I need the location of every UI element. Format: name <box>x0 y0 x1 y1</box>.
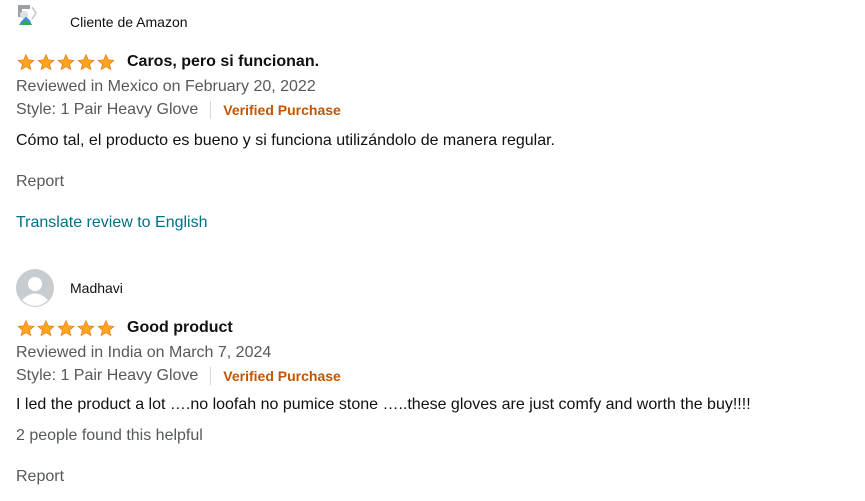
review-body: I led the product a lot ….no loofah no p… <box>16 396 751 413</box>
star-icon <box>97 53 115 70</box>
broken-image-icon <box>16 3 54 41</box>
verified-purchase-badge[interactable]: Verified Purchase <box>223 365 341 387</box>
star-icon <box>77 53 95 70</box>
review-format-row: Style: 1 Pair Heavy Glove Verified Purch… <box>16 99 856 121</box>
review-style[interactable]: Style: 1 Pair Heavy Glove <box>16 99 198 121</box>
report-link[interactable]: Report <box>16 466 856 488</box>
star-icon <box>57 53 75 70</box>
review-2: Madhavi Good product Reviewed in India o… <box>16 269 856 488</box>
star-rating[interactable] <box>16 53 116 72</box>
review-date: Reviewed in India on March 7, 2024 <box>16 344 272 361</box>
reviewer-name: Madhavi <box>70 280 123 296</box>
default-avatar-icon <box>16 269 54 307</box>
star-icon <box>37 53 55 70</box>
review-format-row: Style: 1 Pair Heavy Glove Verified Purch… <box>16 365 856 387</box>
star-icon <box>57 319 75 336</box>
reviewer-profile[interactable]: Madhavi <box>16 269 856 307</box>
review-title-row[interactable]: Good product <box>16 316 856 340</box>
reviewer-profile[interactable]: Cliente de Amazon <box>16 4 856 40</box>
review-title-row[interactable]: Caros, pero si funcionan. <box>16 50 856 74</box>
star-icon <box>17 53 35 70</box>
translate-review-link[interactable]: Translate review to English <box>16 212 856 234</box>
star-rating[interactable] <box>16 319 116 338</box>
report-link[interactable]: Report <box>16 171 856 193</box>
helpful-count: 2 people found this helpful <box>16 427 203 444</box>
star-icon <box>97 319 115 336</box>
review-title[interactable]: Good product <box>127 319 233 337</box>
reviewer-name: Cliente de Amazon <box>70 14 188 30</box>
review-date: Reviewed in Mexico on February 20, 2022 <box>16 78 316 95</box>
divider <box>210 367 212 385</box>
verified-purchase-badge[interactable]: Verified Purchase <box>223 99 341 121</box>
review-style[interactable]: Style: 1 Pair Heavy Glove <box>16 365 198 387</box>
divider <box>210 101 212 119</box>
review-1: Cliente de Amazon Caros, pero si funcion… <box>16 4 856 234</box>
review-title[interactable]: Caros, pero si funcionan. <box>127 53 319 71</box>
review-body: Cómo tal, el producto es bueno y si func… <box>16 132 555 149</box>
star-icon <box>17 319 35 336</box>
star-icon <box>77 319 95 336</box>
star-icon <box>37 319 55 336</box>
